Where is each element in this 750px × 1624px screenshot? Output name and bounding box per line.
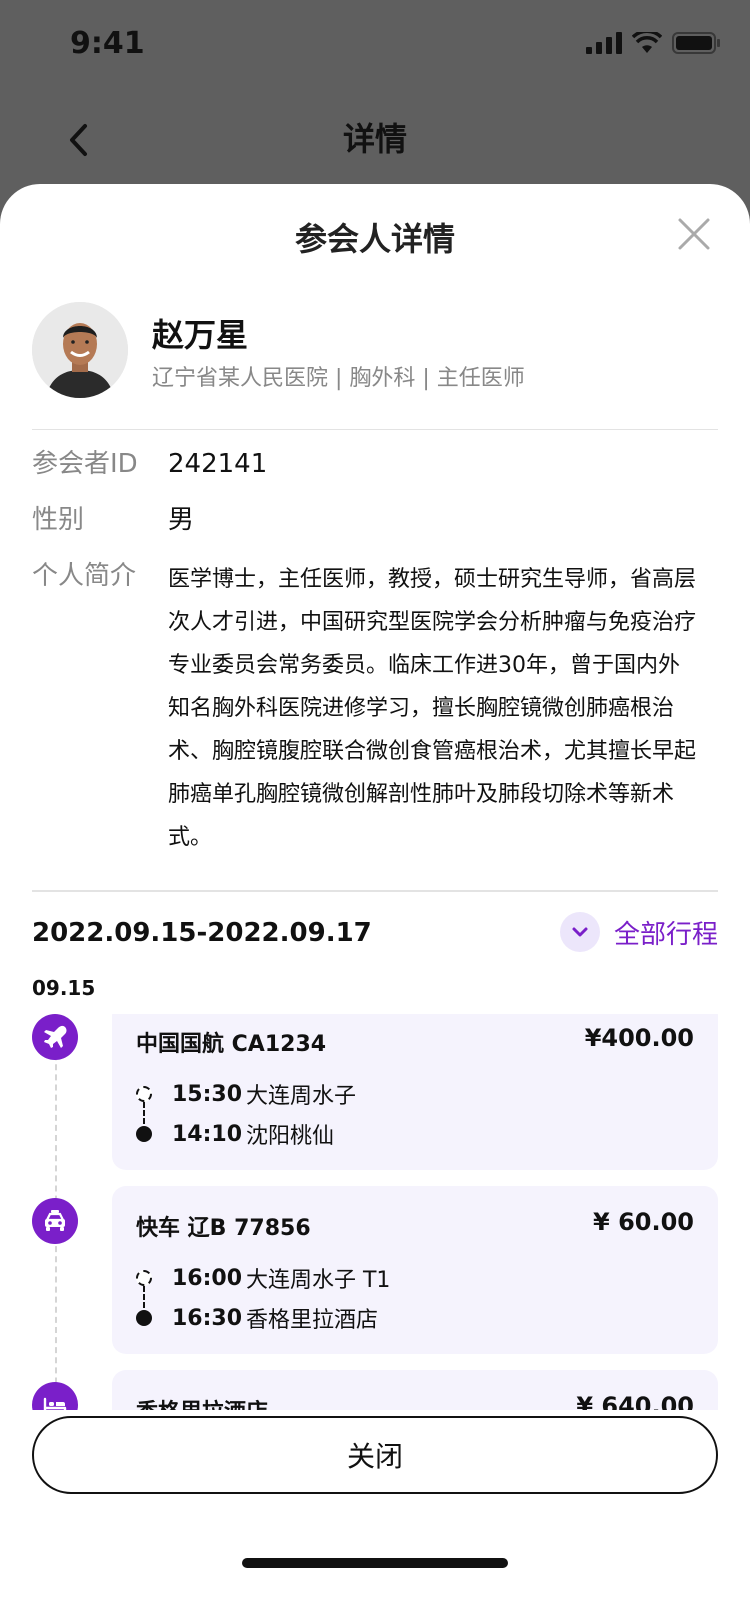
bed-icon <box>32 1382 78 1410</box>
departure-dot <box>136 1086 152 1102</box>
id-value: 242141 <box>168 449 268 479</box>
nav-bar: 详情 <box>0 92 750 188</box>
page-title: 详情 <box>342 120 407 158</box>
stop-time: 15:30 <box>172 1081 243 1107</box>
stop-arrival: 14:10 沈阳桃仙 <box>136 1118 334 1150</box>
stop-departure: 15:30 大连周水子 <box>136 1078 356 1110</box>
info-row-id: 参会者ID 242141 <box>32 446 718 482</box>
departure-dot <box>136 1270 152 1286</box>
id-label: 参会者ID <box>32 449 138 479</box>
status-time: 9:41 <box>70 26 145 61</box>
status-icons <box>586 32 720 54</box>
attendee-info: 参会者ID 242141 性别 男 个人简介 医学博士，主任医师，教授，硕士研究… <box>32 446 718 879</box>
close-icon-button[interactable] <box>674 214 714 254</box>
battery-icon <box>672 32 720 54</box>
bio-label: 个人简介 <box>32 561 137 591</box>
chevron-down-icon <box>559 912 600 952</box>
stop-place: 香格里拉酒店 <box>246 1308 379 1333</box>
avatar <box>32 302 128 398</box>
sheet-title: 参会人详情 <box>294 220 455 258</box>
attendee-affiliation: 辽宁省某人民医院 | 胸外科 | 主任医师 <box>152 366 525 391</box>
all-trips-label: 全部行程 <box>613 919 718 950</box>
signal-icon <box>586 32 622 54</box>
stop-place: 大连周水子 <box>246 1084 357 1109</box>
info-row-gender: 性别 男 <box>32 502 718 538</box>
trip-title: 香格里拉酒店 <box>136 1394 268 1410</box>
stop-arrival: 16:30 香格里拉酒店 <box>136 1302 378 1334</box>
itinerary-timeline: 中国国航 CA1234 ¥400.00 15:30 大连周水子 14:10 沈阳… <box>0 1014 750 1410</box>
section-divider <box>32 890 718 892</box>
trip-price: ¥400.00 <box>584 1024 694 1052</box>
wifi-icon <box>632 32 662 53</box>
stop-departure: 16:00 大连周水子 T1 <box>136 1262 390 1294</box>
trip-title: 快车 辽B 77856 <box>136 1216 311 1241</box>
trip-price: ¥ 640.00 <box>576 1392 694 1410</box>
profile-header: 赵万星 辽宁省某人民医院 | 胸外科 | 主任医师 <box>32 302 718 430</box>
gender-label: 性别 <box>32 505 85 535</box>
stop-time: 16:00 <box>172 1265 243 1291</box>
all-trips-toggle[interactable]: 全部行程 <box>559 912 718 952</box>
itinerary-date-range: 2022.09.15-2022.09.17 <box>32 918 372 948</box>
trip-card-taxi[interactable]: 快车 辽B 77856 ¥ 60.00 16:00 大连周水子 T1 16:30… <box>112 1186 718 1354</box>
arrival-dot <box>136 1126 152 1142</box>
taxi-icon <box>32 1198 78 1244</box>
attendee-detail-sheet: 参会人详情 赵万星 辽宁省某人民医院 | 胸外科 | 主任医师 参会者ID 24… <box>0 184 750 1624</box>
trip-price: ¥ 60.00 <box>593 1208 694 1236</box>
trip-card-hotel[interactable]: 香格里拉酒店 ¥ 640.00 <box>112 1370 718 1410</box>
stop-time: 16:30 <box>172 1305 243 1331</box>
status-bar: 9:41 <box>0 0 750 92</box>
close-button[interactable]: 关闭 <box>32 1416 718 1494</box>
stop-time: 14:10 <box>172 1121 243 1147</box>
attendee-name: 赵万星 <box>152 316 249 354</box>
plane-icon <box>32 1014 78 1060</box>
trip-title: 中国国航 CA1234 <box>136 1032 327 1057</box>
trip-card-flight[interactable]: 中国国航 CA1234 ¥400.00 15:30 大连周水子 14:10 沈阳… <box>112 1014 718 1170</box>
info-row-bio: 个人简介 医学博士，主任医师，教授，硕士研究生导师，省高层次人才引进，中国研究型… <box>32 558 718 859</box>
gender-value: 男 <box>168 505 195 535</box>
stop-place: 沈阳桃仙 <box>246 1124 335 1149</box>
arrival-dot <box>136 1310 152 1326</box>
home-indicator <box>242 1558 508 1568</box>
close-icon <box>678 218 710 250</box>
stop-place: 大连周水子 T1 <box>246 1268 391 1293</box>
bio-value: 医学博士，主任医师，教授，硕士研究生导师，省高层次人才引进，中国研究型医院学会分… <box>168 567 697 850</box>
day-label: 09.15 <box>32 976 96 1000</box>
